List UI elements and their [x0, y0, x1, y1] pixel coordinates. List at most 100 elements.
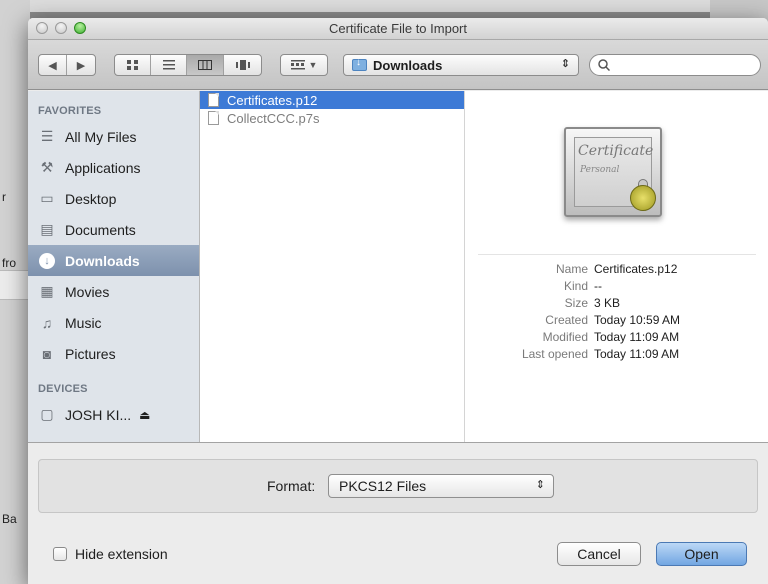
column-view-button[interactable]	[187, 55, 224, 75]
dialog-footer: Format: PKCS12 Files ⇕ Hide extension Ca…	[28, 442, 768, 584]
list-view-button[interactable]	[151, 55, 187, 75]
cover-flow-button[interactable]	[224, 55, 261, 75]
icon-view-button[interactable]	[115, 55, 151, 75]
applications-icon: ⚒	[40, 159, 54, 175]
column-view-icon	[198, 60, 212, 70]
file-item-collectccc[interactable]: CollectCCC.p7s	[200, 109, 464, 127]
search-icon	[598, 59, 610, 71]
all-files-icon: ☰	[40, 128, 54, 144]
sidebar-item-all-my-files[interactable]: ☰ All My Files	[28, 121, 199, 152]
format-value: PKCS12 Files	[339, 478, 427, 494]
sidebar-item-label: Movies	[65, 283, 110, 300]
file-name: Certificates.p12	[227, 92, 318, 108]
sidebar-item-label: JOSH KI...	[65, 406, 132, 423]
sidebar-item-desktop[interactable]: ▭ Desktop	[28, 183, 199, 214]
toolbar: ◀ ▶ ▼ Downloads ⇕	[28, 40, 768, 90]
sidebar-item-label: Documents	[65, 221, 136, 238]
cancel-button[interactable]: Cancel	[557, 542, 641, 566]
hide-extension-checkbox[interactable]	[53, 547, 67, 561]
pictures-icon: ◙	[42, 345, 52, 362]
arrange-icon	[290, 60, 305, 70]
sidebar-item-label: Downloads	[65, 252, 140, 269]
format-panel: Format: PKCS12 Files ⇕	[38, 459, 758, 513]
open-button[interactable]: Open	[656, 542, 747, 566]
sidebar-item-drive[interactable]: ▢ JOSH KI... ⏏	[28, 399, 199, 430]
sidebar-item-label: Pictures	[65, 345, 116, 362]
preview-pane: Certificate Personal Name Certificates.p1…	[466, 91, 768, 442]
background-text: Ba	[2, 512, 17, 526]
list-view-icon	[162, 60, 175, 70]
hide-extension-option[interactable]: Hide extension	[53, 546, 168, 562]
sidebar-item-applications[interactable]: ⚒ Applications	[28, 152, 199, 183]
open-dialog: Certificate File to Import ◀ ▶ ▼ ↓ Downl…	[28, 18, 768, 584]
search-input[interactable]	[614, 58, 754, 72]
file-item-certificates[interactable]: Certificates.p12	[200, 91, 464, 109]
preview-divider	[478, 254, 756, 255]
back-arrow-icon: ◀	[48, 59, 57, 72]
info-row: Last opened Today 11:09 AM	[466, 347, 768, 364]
sidebar-item-label: Applications	[65, 159, 141, 176]
cover-flow-icon	[235, 60, 250, 70]
background-band	[0, 270, 30, 300]
info-key: Modified	[542, 330, 588, 344]
sidebar-item-label: Desktop	[65, 190, 117, 207]
document-icon	[208, 111, 219, 125]
back-button[interactable]: ◀	[39, 55, 67, 75]
info-row: Kind --	[466, 279, 768, 296]
sidebar-item-pictures[interactable]: ◙ Pictures	[28, 338, 199, 369]
info-key: Size	[564, 296, 588, 310]
documents-icon: ▤	[40, 221, 54, 237]
sidebar-item-music[interactable]: ♫ Music	[28, 307, 199, 338]
arrange-control[interactable]: ▼	[280, 54, 328, 76]
downloads-folder-icon	[352, 57, 367, 71]
eject-icon[interactable]: ⏏	[139, 408, 150, 422]
devices-header: DEVICES	[38, 383, 88, 395]
info-key: Name	[555, 262, 588, 276]
dialog-title: Certificate File to Import	[329, 21, 467, 36]
dropdown-arrow-icon: ▼	[308, 60, 318, 70]
location-popup[interactable]: Downloads ⇕	[343, 54, 579, 76]
movies-icon: ▦	[40, 283, 54, 299]
info-key: Last opened	[521, 347, 588, 361]
forward-arrow-icon: ▶	[76, 59, 86, 72]
file-column: Certificates.p12 CollectCCC.p7s	[200, 91, 465, 442]
zoom-window-icon[interactable]	[74, 22, 86, 34]
forward-button[interactable]: ▶	[67, 55, 95, 75]
search-field[interactable]	[589, 54, 761, 76]
background-text: r	[2, 190, 6, 204]
info-row: Name Certificates.p12	[466, 262, 768, 279]
info-value: 3 KB	[594, 296, 621, 310]
background-window-edge	[30, 0, 710, 12]
info-row: Created Today 10:59 AM	[466, 313, 768, 330]
sidebar-item-label: Music	[65, 314, 102, 331]
desktop-icon: ▭	[40, 190, 54, 206]
file-name: CollectCCC.p7s	[227, 110, 320, 126]
info-value: --	[594, 279, 602, 293]
info-key: Created	[545, 313, 588, 327]
minimize-window-icon[interactable]	[55, 22, 67, 34]
sidebar-item-documents[interactable]: ▤ Documents	[28, 214, 199, 245]
sidebar-item-label: All My Files	[65, 128, 137, 145]
sidebar: FAVORITES ☰ All My Files ⚒ Applications …	[28, 91, 200, 442]
sidebar-item-downloads[interactable]: ↓ Downloads	[28, 245, 199, 276]
arrange-button[interactable]: ▼	[281, 55, 327, 75]
background-window-left: r fro Ba	[0, 0, 30, 584]
sidebar-item-movies[interactable]: ▦ Movies	[28, 276, 199, 307]
back-forward-control: ◀ ▶	[38, 54, 96, 76]
close-window-icon[interactable]	[36, 22, 48, 34]
browser-content: FAVORITES ☰ All My Files ⚒ Applications …	[28, 91, 768, 442]
location-label: Downloads	[373, 57, 443, 73]
file-info: Name Certificates.p12 Kind -- Size 3 KB Cre…	[466, 262, 768, 364]
popup-arrows-icon: ⇕	[535, 479, 545, 491]
info-row: Size 3 KB	[466, 296, 768, 313]
info-value: Certificates.p12	[594, 262, 678, 276]
info-key: Kind	[563, 279, 588, 293]
hide-extension-label: Hide extension	[75, 546, 168, 562]
downloads-icon: ↓	[38, 252, 56, 269]
title-bar: Certificate File to Import	[28, 18, 768, 40]
format-select[interactable]: PKCS12 Files ⇕	[328, 474, 554, 498]
favorites-header: FAVORITES	[38, 105, 102, 117]
format-label: Format:	[267, 478, 316, 494]
certificate-icon: Certificate Personal	[564, 127, 662, 217]
info-value: Today 11:09 AM	[594, 347, 680, 361]
